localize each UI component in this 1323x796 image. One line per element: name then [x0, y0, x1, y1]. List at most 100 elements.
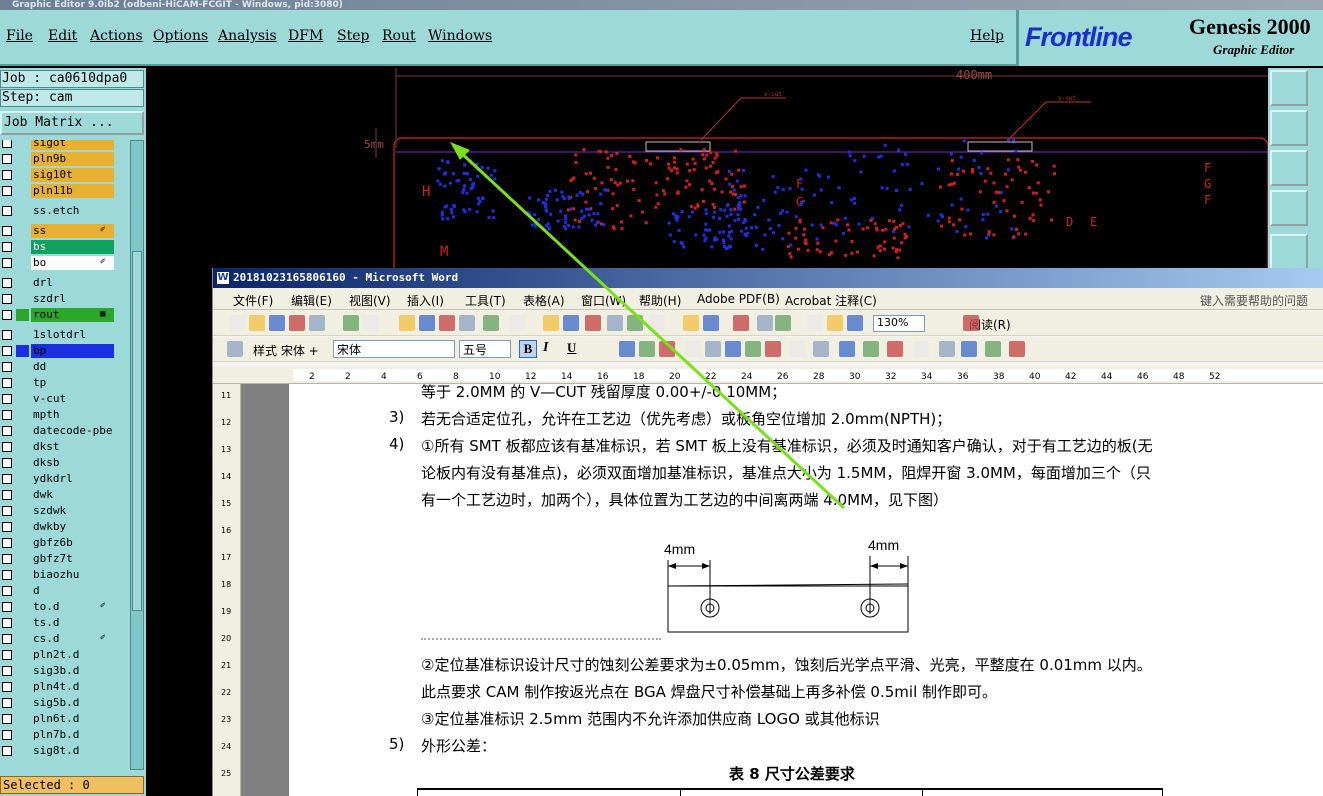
wmenu-view[interactable]: 视图(V) — [349, 292, 391, 309]
layer-checkbox[interactable] — [2, 242, 12, 252]
wmenu-window[interactable]: 窗口(W) — [581, 292, 626, 309]
toolbar-icon[interactable] — [789, 341, 805, 357]
layer-color-swatch[interactable] — [16, 505, 29, 517]
layer-color-swatch[interactable] — [16, 140, 29, 149]
toolbar-icon[interactable] — [839, 341, 855, 357]
wmenu-acrobat[interactable]: Acrobat 注释(C) — [785, 292, 877, 309]
layer-checkbox[interactable] — [2, 618, 12, 628]
toolbar-icon[interactable] — [419, 315, 435, 331]
layer-checkbox[interactable] — [2, 410, 12, 420]
toolbar-icon[interactable] — [765, 341, 781, 357]
layer-checkbox[interactable] — [2, 506, 12, 516]
layer-row[interactable]: pln4t.d — [0, 680, 128, 694]
layer-color-swatch[interactable] — [16, 241, 29, 253]
layer-checkbox[interactable] — [2, 206, 12, 216]
vertical-ruler[interactable]: 11 12 13 14 15 16 17 18 19 20 21 22 23 24 25 — [213, 384, 241, 796]
cad-canvas[interactable]: 400mm 5mm v-cut v-cut H M F G D E F G F — [146, 68, 1268, 268]
layer-color-swatch[interactable] — [16, 473, 29, 485]
toolbar-icon[interactable] — [627, 315, 643, 331]
layer-row[interactable]: sig5b.d — [0, 696, 128, 710]
layer-color-swatch[interactable] — [16, 425, 29, 437]
layer-checkbox[interactable] — [2, 362, 12, 372]
layer-row[interactable]: szdrl — [0, 292, 128, 306]
layer-checkbox[interactable] — [2, 746, 12, 756]
bold-button[interactable]: B — [519, 340, 537, 358]
toolbar-icon[interactable] — [289, 315, 305, 331]
tool-zoom-in-icon[interactable] — [1270, 110, 1308, 146]
zoom-select[interactable]: 130% — [873, 315, 925, 332]
layer-color-swatch[interactable] — [16, 649, 29, 661]
toolbar-icon[interactable] — [985, 341, 1001, 357]
toolbar-icon[interactable] — [775, 315, 791, 331]
menu-analysis[interactable]: Analysis — [218, 28, 277, 44]
layer-row[interactable]: ss ✐ — [0, 224, 128, 238]
toolbar-icon[interactable] — [399, 315, 415, 331]
layer-color-swatch[interactable] — [16, 553, 29, 565]
layer-color-swatch[interactable] — [16, 441, 29, 453]
layer-row[interactable]: ss.etch — [0, 204, 128, 218]
layer-row[interactable]: pln6t.d — [0, 712, 128, 726]
layer-checkbox[interactable] — [2, 634, 12, 644]
layer-row[interactable]: sig3b.d — [0, 664, 128, 678]
size-select[interactable]: 五号 — [459, 340, 511, 358]
layer-checkbox[interactable] — [2, 294, 12, 304]
toolbar-icon[interactable] — [961, 341, 977, 357]
layer-color-swatch[interactable] — [16, 169, 29, 181]
layer-checkbox[interactable] — [2, 714, 12, 724]
layer-checkbox[interactable] — [2, 682, 12, 692]
toolbar-icon[interactable] — [685, 341, 701, 357]
layer-row[interactable]: tp — [0, 376, 128, 390]
tool-fit-icon[interactable] — [1270, 150, 1308, 186]
layer-color-swatch[interactable] — [16, 585, 29, 597]
layer-color-swatch[interactable] — [16, 329, 29, 341]
layer-row[interactable]: bo ✐ — [0, 256, 128, 270]
layer-row[interactable]: cs.d ✐ — [0, 632, 128, 646]
layer-checkbox[interactable] — [2, 426, 12, 436]
toolbar-icon[interactable] — [939, 341, 955, 357]
toolbar-icon[interactable] — [847, 315, 863, 331]
layer-color-swatch[interactable] — [16, 569, 29, 581]
layer-row[interactable]: rout ▦ — [0, 308, 128, 322]
menu-step[interactable]: Step — [337, 28, 369, 44]
layer-color-swatch[interactable] — [16, 409, 29, 421]
layer-color-swatch[interactable] — [16, 345, 29, 357]
layer-scrollbar[interactable] — [130, 140, 144, 770]
toolbar-icon[interactable] — [683, 315, 699, 331]
layer-row[interactable]: mpth — [0, 408, 128, 422]
toolbar-icon[interactable] — [269, 315, 285, 331]
toolbar-icon[interactable] — [1009, 341, 1025, 357]
toolbar-icon[interactable] — [439, 315, 455, 331]
job-matrix-button[interactable]: Job Matrix ... — [0, 111, 144, 135]
layer-color-swatch[interactable] — [16, 617, 29, 629]
toolbar-icon[interactable] — [703, 315, 719, 331]
toolbar-icon[interactable] — [585, 315, 601, 331]
layer-row[interactable]: gbfz6b — [0, 536, 128, 550]
layer-row[interactable]: ts.d — [0, 616, 128, 630]
wmenu-tools[interactable]: 工具(T) — [465, 292, 506, 309]
toolbar-icon[interactable] — [813, 341, 829, 357]
layer-color-swatch[interactable] — [16, 205, 29, 217]
wmenu-help[interactable]: 帮助(H) — [639, 292, 681, 309]
italic-button[interactable]: I — [543, 340, 548, 356]
toolbar-icon[interactable] — [309, 315, 325, 331]
layer-row[interactable]: sig8t.d — [0, 744, 128, 758]
layer-checkbox[interactable] — [2, 170, 12, 180]
toolbar-icon[interactable] — [607, 315, 623, 331]
layer-row[interactable]: bp — [0, 344, 128, 358]
toolbar-icon[interactable] — [733, 315, 749, 331]
layer-row[interactable]: v-cut — [0, 392, 128, 406]
layer-checkbox[interactable] — [2, 666, 12, 676]
layer-color-swatch[interactable] — [16, 153, 29, 165]
layer-row[interactable]: sig10t — [0, 168, 128, 182]
layer-row[interactable]: biaozhu — [0, 568, 128, 582]
layer-row[interactable]: dd — [0, 360, 128, 374]
layer-row[interactable]: to.d ✐ — [0, 600, 128, 614]
toolbar-icon[interactable] — [649, 315, 665, 331]
horizontal-ruler[interactable]: 2 2 4 6 8 10 12 14 16 18 20 22 24 26 28 30 32 34 36 38 40 42 4… — [213, 366, 1323, 384]
toolbar-icon[interactable] — [483, 315, 499, 331]
layer-color-swatch[interactable] — [16, 521, 29, 533]
layer-color-swatch[interactable] — [16, 225, 29, 237]
layer-row[interactable]: szdwk — [0, 504, 128, 518]
toolbar-icon[interactable] — [659, 341, 675, 357]
toolbar-icon[interactable] — [725, 341, 741, 357]
